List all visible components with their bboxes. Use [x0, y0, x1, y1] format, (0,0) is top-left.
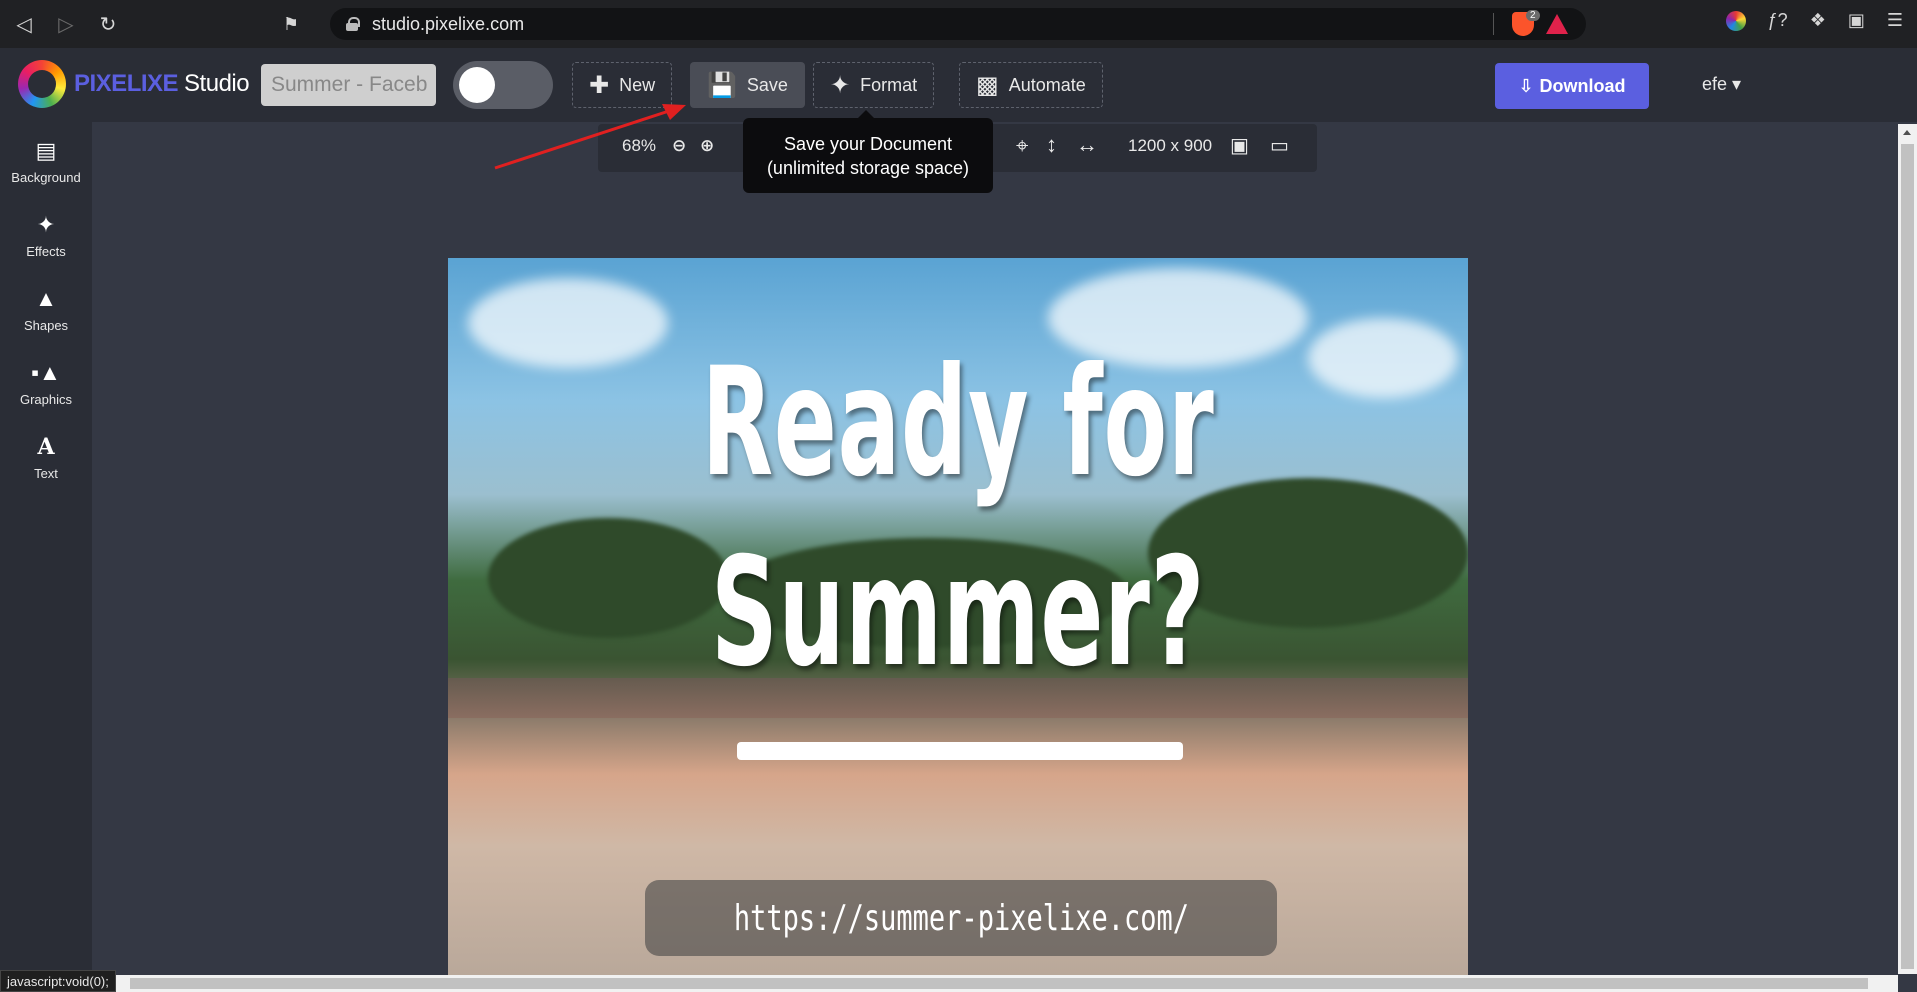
browser-toolbar: ◁ ▷ ↻ ⚑ studio.pixelixe.com 2 ƒ? ❖ ▣ ☰ [0, 0, 1917, 48]
graphics-icon: ▪▲ [31, 360, 61, 385]
format-button-label: Format [860, 74, 918, 95]
url-text-box[interactable]: https://summer-pixelixe.com/ [645, 880, 1277, 956]
zoom-out-icon[interactable]: ⊖ [672, 136, 686, 156]
sidebar-item-label: Effects [26, 244, 66, 259]
address-bar[interactable]: studio.pixelixe.com 2 [330, 8, 1586, 40]
user-name: efe [1702, 74, 1728, 94]
address-bar-url: studio.pixelixe.com [372, 13, 525, 34]
new-button[interactable]: ✚ New [572, 62, 673, 108]
zoom-in-icon[interactable]: ⊕ [700, 136, 714, 156]
save-button-label: Save [746, 74, 788, 95]
toggle-knob [459, 67, 495, 103]
background-cloud [468, 278, 668, 368]
wallet-icon[interactable]: ▣ [1848, 10, 1865, 31]
resize-height-icon[interactable]: ↕ [1046, 132, 1057, 158]
automate-button-label: Automate [1008, 74, 1086, 95]
forward-icon[interactable]: ▷ [48, 6, 84, 42]
back-icon[interactable]: ◁ [6, 6, 42, 42]
desktop-icon[interactable]: ▭ [1270, 133, 1289, 158]
mode-toggle[interactable] [453, 61, 553, 109]
sidebar-item-background[interactable]: ▤ Background [0, 138, 92, 185]
puzzle-extensions-icon[interactable]: ❖ [1810, 10, 1826, 31]
brand-suffix: Studio [184, 70, 250, 97]
magic-wand-icon: ✦ [830, 71, 851, 99]
plus-icon: ✚ [589, 71, 610, 99]
left-sidebar: ▤ Background ✦ Effects ▲ Shapes ▪▲ Graph… [0, 122, 92, 992]
save-tooltip: Save your Document (unlimited storage sp… [743, 110, 993, 193]
design-canvas[interactable]: Ready for Summer? https://summer-pixelix… [448, 258, 1468, 975]
format-button[interactable]: ✦ Format [813, 62, 935, 108]
resize-width-icon[interactable]: ↔ [1076, 132, 1098, 158]
document-name-input[interactable] [261, 64, 436, 106]
reload-icon[interactable]: ↻ [90, 6, 126, 42]
brave-rewards-icon[interactable] [1546, 14, 1568, 34]
function-extension-icon[interactable]: ƒ? [1768, 10, 1788, 31]
user-menu[interactable]: efe ▾ [1702, 74, 1741, 95]
download-button-label: Download [1539, 75, 1626, 96]
sidebar-item-graphics[interactable]: ▪▲ Graphics [0, 360, 92, 407]
magic-wand-icon: ✦ [36, 212, 56, 237]
cube-icon[interactable]: ▣ [1230, 133, 1249, 158]
brand-name: PIXELIXE Studio [74, 70, 250, 98]
browser-status-bar: javascript:void(0); [0, 970, 116, 992]
address-divider [1493, 13, 1494, 35]
robot-icon: ▩ [976, 71, 999, 99]
text-icon: A [37, 434, 55, 460]
lock-icon [346, 17, 360, 31]
sidebar-item-text[interactable]: A Text [0, 434, 92, 481]
color-extension-icon[interactable] [1725, 10, 1746, 31]
sidebar-item-label: Background [11, 170, 81, 185]
sidebar-item-label: Text [34, 466, 58, 481]
vertical-scrollbar-thumb[interactable] [1901, 144, 1914, 969]
app-header: PIXELIXEStudio ✚ New 💾 Save ✦ Format ▩ A… [0, 48, 1917, 122]
sidebar-item-label: Shapes [23, 318, 69, 333]
tooltip-line-1: Save your Document [783, 134, 953, 154]
headline-line-1[interactable]: Ready for [642, 336, 1274, 510]
download-icon: ⇩ [1518, 75, 1534, 96]
download-button[interactable]: ⇩ Download [1495, 63, 1649, 109]
scroll-up-icon[interactable] [1903, 130, 1911, 135]
background-cloud [1308, 318, 1458, 398]
shapes-icon: ▲ [35, 286, 57, 311]
menu-icon[interactable]: ☰ [1887, 10, 1903, 31]
tooltip-line-2: (unlimited storage space) [766, 158, 970, 178]
floppy-disk-icon: 💾 [707, 71, 737, 99]
bookmark-icon[interactable]: ⚑ [276, 14, 306, 35]
caret-down-icon: ▾ [1732, 74, 1742, 94]
sidebar-item-shapes[interactable]: ▲ Shapes [0, 286, 92, 333]
automate-button[interactable]: ▩ Automate [959, 62, 1103, 108]
sidebar-item-effects[interactable]: ✦ Effects [0, 212, 92, 259]
sidebar-item-label: Graphics [19, 392, 73, 407]
shield-count-badge: 2 [1526, 10, 1540, 21]
image-icon: ▤ [35, 138, 57, 163]
save-button[interactable]: 💾 Save [690, 62, 805, 108]
new-button-label: New [619, 74, 656, 95]
zoom-level: 68% [622, 136, 657, 155]
pixelixe-logo-icon[interactable] [18, 60, 66, 108]
horizontal-scrollbar[interactable] [92, 975, 1898, 992]
headline-line-2[interactable]: Summer? [642, 526, 1274, 700]
horizontal-scrollbar-thumb[interactable] [130, 978, 1868, 989]
crop-icon[interactable]: ⌖ [1016, 133, 1028, 159]
brand-text: PIXELIXE [74, 70, 179, 97]
canvas-dimensions: 1200 x 900 [1128, 136, 1213, 155]
url-text: https://summer-pixelixe.com/ [733, 897, 1189, 939]
headline-underline[interactable] [737, 742, 1183, 760]
vertical-scrollbar[interactable] [1898, 124, 1917, 974]
brave-shield-icon[interactable]: 2 [1512, 10, 1540, 36]
